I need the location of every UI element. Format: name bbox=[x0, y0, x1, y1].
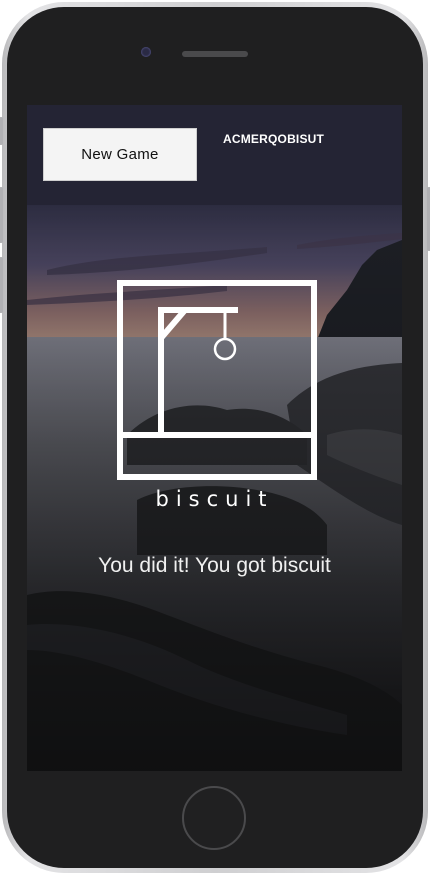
top-bar: New Game ACMERQOBISUT bbox=[27, 105, 402, 205]
earpiece-speaker bbox=[182, 51, 248, 57]
revealed-word: biscuit bbox=[155, 487, 274, 511]
mute-switch bbox=[0, 117, 3, 145]
hangman-gallows-icon bbox=[117, 280, 317, 480]
volume-down-button bbox=[0, 257, 3, 313]
home-button-icon[interactable] bbox=[182, 786, 246, 850]
volume-up-button bbox=[0, 187, 3, 243]
letters-guessed-label: ACMERQOBISUT bbox=[223, 132, 325, 146]
new-game-button[interactable]: New Game bbox=[43, 128, 197, 181]
front-camera bbox=[141, 47, 151, 57]
result-message: You did it! You got biscuit bbox=[98, 554, 331, 577]
app-screen: New Game ACMERQOBISUT biscuit You did it… bbox=[27, 105, 402, 771]
